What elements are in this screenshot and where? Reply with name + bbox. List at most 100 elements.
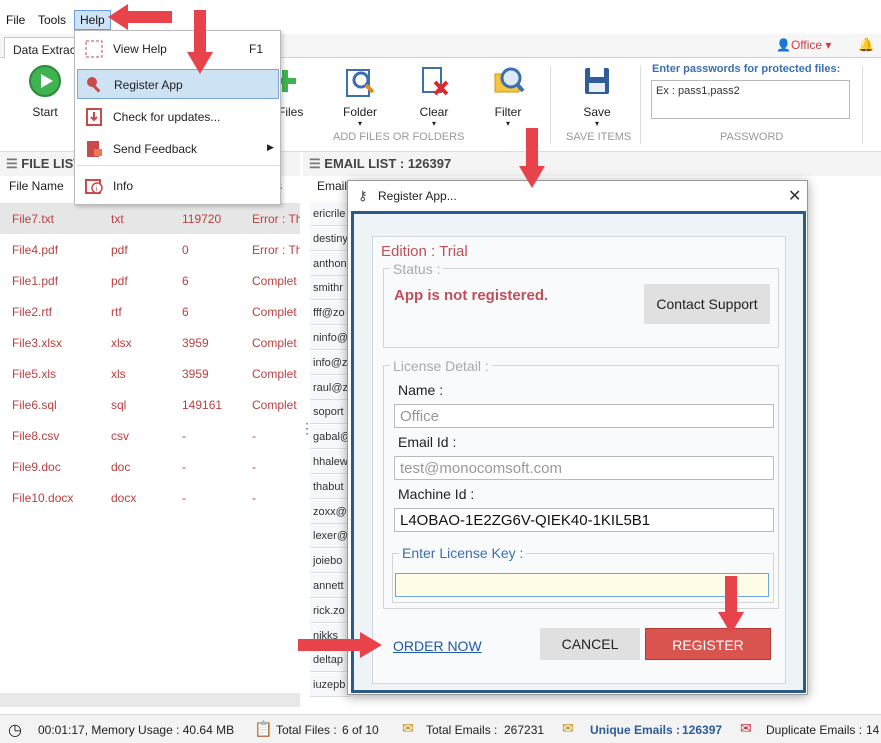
menu-help[interactable]: Help	[74, 10, 111, 30]
list-item[interactable]: iuzepb	[310, 673, 350, 698]
license-key-input[interactable]	[395, 573, 769, 597]
password-input[interactable]: Ex : pass1,pass2	[651, 80, 850, 119]
name-field[interactable]: Office	[394, 404, 774, 428]
save-icon	[585, 68, 609, 94]
clear-button[interactable]: Clear ▾	[412, 64, 456, 128]
separator	[550, 66, 551, 144]
table-cell: 6	[182, 305, 189, 319]
table-row[interactable]: File8.csv csv - -	[0, 420, 300, 451]
status-group: Status : App is not registered. Contact …	[383, 261, 779, 348]
list-item[interactable]: destiny	[310, 226, 350, 251]
list-icon: ☰	[6, 156, 22, 171]
list-item[interactable]: soport	[310, 400, 350, 425]
table-cell: sql	[111, 398, 127, 412]
profile-office[interactable]: 👤Office ▾	[776, 38, 831, 52]
arrow-pointing-help-icon	[108, 4, 172, 30]
list-item[interactable]: info@z	[310, 350, 350, 375]
email-id-field[interactable]: test@monocomsoft.com	[394, 456, 774, 480]
table-row[interactable]: File5.xls xls 3959 Complet	[0, 358, 300, 389]
table-cell: File2.rtf	[12, 305, 53, 319]
list-item[interactable]: lexer@	[310, 524, 350, 549]
list-item[interactable]: gabal@	[310, 425, 350, 450]
table-cell: 3959	[182, 367, 209, 381]
list-item[interactable]: fff@zo	[310, 301, 350, 326]
list-item[interactable]: zoxx@	[310, 499, 350, 524]
table-row[interactable]: File3.xlsx xlsx 3959 Complet	[0, 327, 300, 358]
list-item[interactable]: anthon	[310, 251, 350, 276]
menu-item-view-help[interactable]: View Help F1	[77, 34, 279, 64]
close-icon[interactable]: ✕	[788, 186, 801, 206]
duplicate-mail-icon: ✉	[740, 720, 752, 736]
total-emails-label: Total Emails :	[426, 723, 498, 737]
menu-item-info[interactable]: i Info	[77, 171, 279, 201]
list-item[interactable]: annett	[310, 574, 350, 598]
menu-tools[interactable]: Tools	[38, 13, 66, 27]
list-item[interactable]: rick.zo	[310, 598, 350, 623]
cancel-button[interactable]: CANCEL	[540, 628, 640, 660]
table-cell: doc	[111, 460, 131, 474]
table-cell: 149161	[182, 398, 223, 412]
order-now-link[interactable]: ORDER NOW	[393, 638, 482, 654]
list-item[interactable]: ericrile	[310, 202, 350, 226]
status-legend: Status :	[390, 261, 444, 277]
info-icon: i	[85, 179, 103, 194]
table-row[interactable]: File2.rtf rtf 6 Complet	[0, 296, 300, 327]
list-item[interactable]: ninfo@	[310, 326, 350, 350]
mail-icon: ✉	[402, 720, 414, 736]
machine-id-field[interactable]: L4OBAO-1E2ZG6V-QIEK40-1KIL5B1	[394, 508, 774, 532]
contact-support-button[interactable]: Contact Support	[644, 284, 770, 324]
table-cell: Complet	[252, 367, 297, 381]
menu-item-send-feedback[interactable]: Send Feedback ▶	[77, 134, 279, 164]
list-item[interactable]: hhalew	[310, 450, 350, 474]
table-cell: xls	[111, 367, 126, 381]
table-cell: pdf	[111, 243, 128, 257]
table-cell: Complet	[252, 398, 297, 412]
table-row[interactable]: File10.docx docx - -	[0, 482, 300, 513]
table-row[interactable]: File6.sql sql 149161 Complet	[0, 389, 300, 420]
table-row[interactable]: File4.pdf pdf 0 Error : Th	[0, 234, 300, 265]
table-cell: -	[252, 491, 256, 505]
table-cell: File3.xlsx	[12, 336, 63, 350]
table-row[interactable]: File1.pdf pdf 6 Complet	[0, 265, 300, 296]
status-bar: ◷ 00:01:17, Memory Usage : 40.64 MB 📋 To…	[0, 714, 881, 743]
bell-icon[interactable]: 🔔	[858, 37, 874, 53]
help-frame-icon	[85, 40, 103, 58]
table-cell: 3959	[182, 336, 209, 350]
horizontal-scrollbar[interactable]	[0, 693, 300, 707]
password-label: Enter passwords for protected files:	[652, 63, 841, 75]
arrow-pointing-register-icon	[187, 10, 213, 74]
list-item[interactable]: raul@z	[310, 375, 350, 400]
menu-item-register-app[interactable]: Register App	[77, 69, 279, 99]
table-cell: File7.txt	[12, 212, 55, 226]
clear-icon	[422, 67, 449, 96]
key-icon	[87, 77, 101, 93]
save-button[interactable]: Save ▾	[575, 64, 619, 128]
add-folder-button[interactable]: Folder ▾	[338, 64, 382, 128]
filter-button[interactable]: Filter ▾	[486, 64, 530, 128]
table-row[interactable]: File9.doc doc - -	[0, 451, 300, 482]
menu-file[interactable]: File	[6, 13, 25, 27]
status-text: App is not registered.	[394, 287, 549, 304]
unique-emails-value: 126397	[682, 723, 723, 737]
status-time: 00:01:17, Memory Usage : 40.64 MB	[38, 723, 235, 737]
list-item[interactable]: smithr	[310, 276, 350, 301]
name-label: Name :	[398, 382, 444, 398]
table-cell: Complet	[252, 305, 297, 319]
group-label-save: SAVE ITEMS	[566, 131, 632, 143]
table-cell: -	[182, 491, 186, 505]
table-row[interactable]: File7.txt txt 119720 Error : Th	[0, 203, 300, 234]
table-cell: File4.pdf	[12, 243, 59, 257]
dialog-title: Register App...	[378, 189, 457, 203]
play-icon	[29, 65, 61, 97]
start-button[interactable]: Start	[22, 64, 68, 119]
register-button[interactable]: REGISTER	[645, 628, 771, 660]
separator	[640, 66, 641, 144]
col-email[interactable]: Email	[317, 179, 347, 201]
list-item[interactable]: joiebo	[310, 549, 350, 574]
list-item[interactable]: thabut	[310, 474, 350, 499]
tab-data-extraction[interactable]: Data Extraction	[4, 37, 76, 59]
menu-item-check-updates[interactable]: Check for updates...	[77, 102, 279, 132]
table-cell: File9.doc	[12, 460, 61, 474]
col-file-name[interactable]: File Name	[9, 179, 64, 201]
email-list-header: ☰ EMAIL LIST : 126397	[303, 152, 881, 176]
